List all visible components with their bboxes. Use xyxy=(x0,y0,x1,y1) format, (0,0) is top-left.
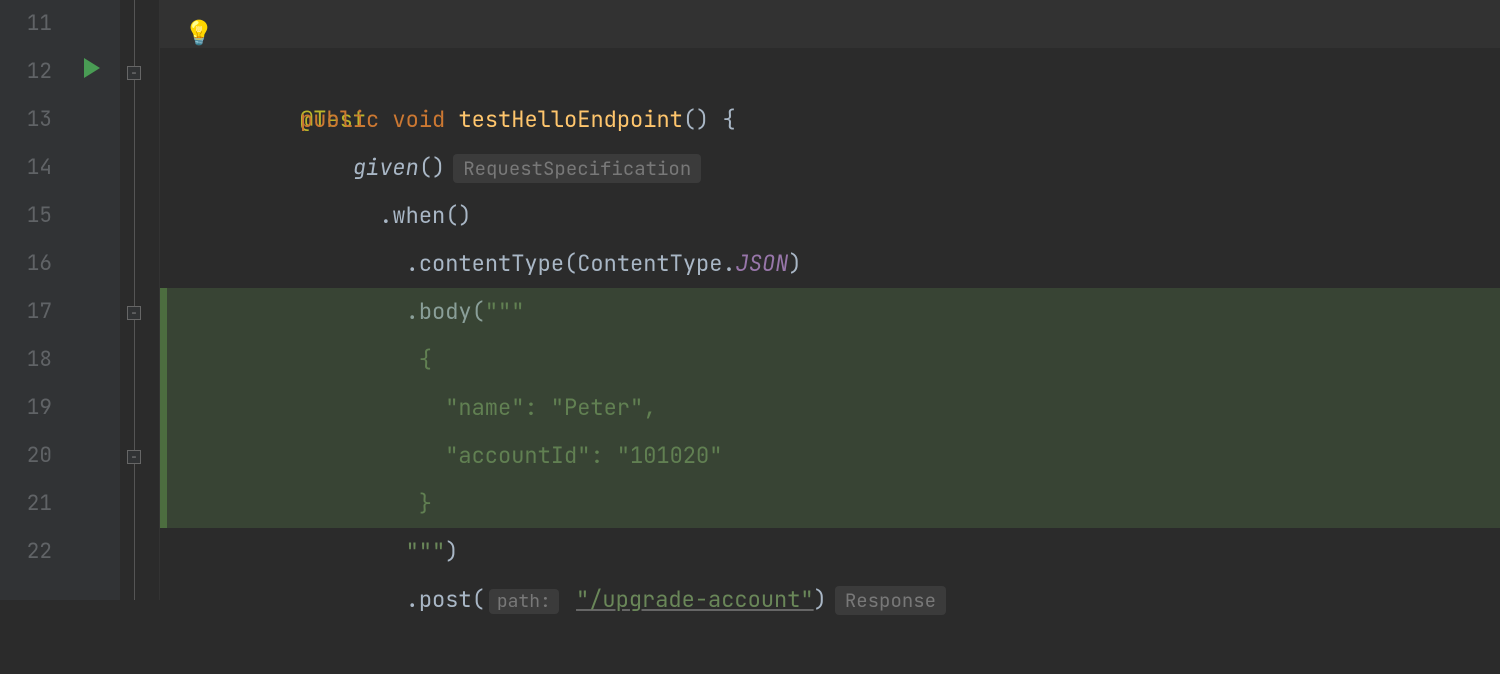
line-number: 22 xyxy=(0,528,52,576)
code-area[interactable]: 💡 @Test public void testHelloEndpoint() … xyxy=(160,0,1500,600)
code-line[interactable]: """) xyxy=(160,480,1500,528)
code-line[interactable]: "accountId": "101020" xyxy=(160,384,1500,432)
code-line[interactable]: .contentType(ContentType.JSON) xyxy=(160,192,1500,240)
code-line[interactable]: "name": "Peter", xyxy=(160,336,1500,384)
line-number: 11 xyxy=(0,0,52,48)
code-line[interactable]: given()RequestSpecification xyxy=(160,96,1500,144)
line-number: 21 xyxy=(0,480,52,528)
inlay-hint: path: xyxy=(489,589,559,614)
code-line[interactable]: } xyxy=(160,432,1500,480)
run-test-icon[interactable] xyxy=(84,58,100,78)
fold-toggle-icon[interactable] xyxy=(127,66,141,80)
code-editor[interactable]: 11 12 13 14 15 16 17 18 19 20 21 22 💡 @T… xyxy=(0,0,1500,600)
fold-column xyxy=(120,0,160,600)
inlay-hint: Response xyxy=(835,586,946,615)
code-line[interactable]: public void testHelloEndpoint() { xyxy=(160,48,1500,96)
line-number: 14 xyxy=(0,144,52,192)
line-number: 18 xyxy=(0,336,52,384)
line-number: 19 xyxy=(0,384,52,432)
line-number: 15 xyxy=(0,192,52,240)
line-number: 20 xyxy=(0,432,52,480)
line-number: 17 xyxy=(0,288,52,336)
code-line[interactable]: .body(""" xyxy=(160,240,1500,288)
line-number: 13 xyxy=(0,96,52,144)
code-line[interactable]: 💡 @Test xyxy=(160,0,1500,48)
line-number: 12 xyxy=(0,48,52,96)
line-number-gutter: 11 12 13 14 15 16 17 18 19 20 21 22 xyxy=(0,0,70,600)
fold-toggle-icon[interactable] xyxy=(127,450,141,464)
gutter-icon-column xyxy=(70,0,120,600)
code-line[interactable]: .when() xyxy=(160,144,1500,192)
line-number: 16 xyxy=(0,240,52,288)
code-line[interactable]: { xyxy=(160,288,1500,336)
code-line[interactable]: .post(path: "/upgrade-account")Response xyxy=(160,528,1500,576)
fold-toggle-icon[interactable] xyxy=(127,306,141,320)
